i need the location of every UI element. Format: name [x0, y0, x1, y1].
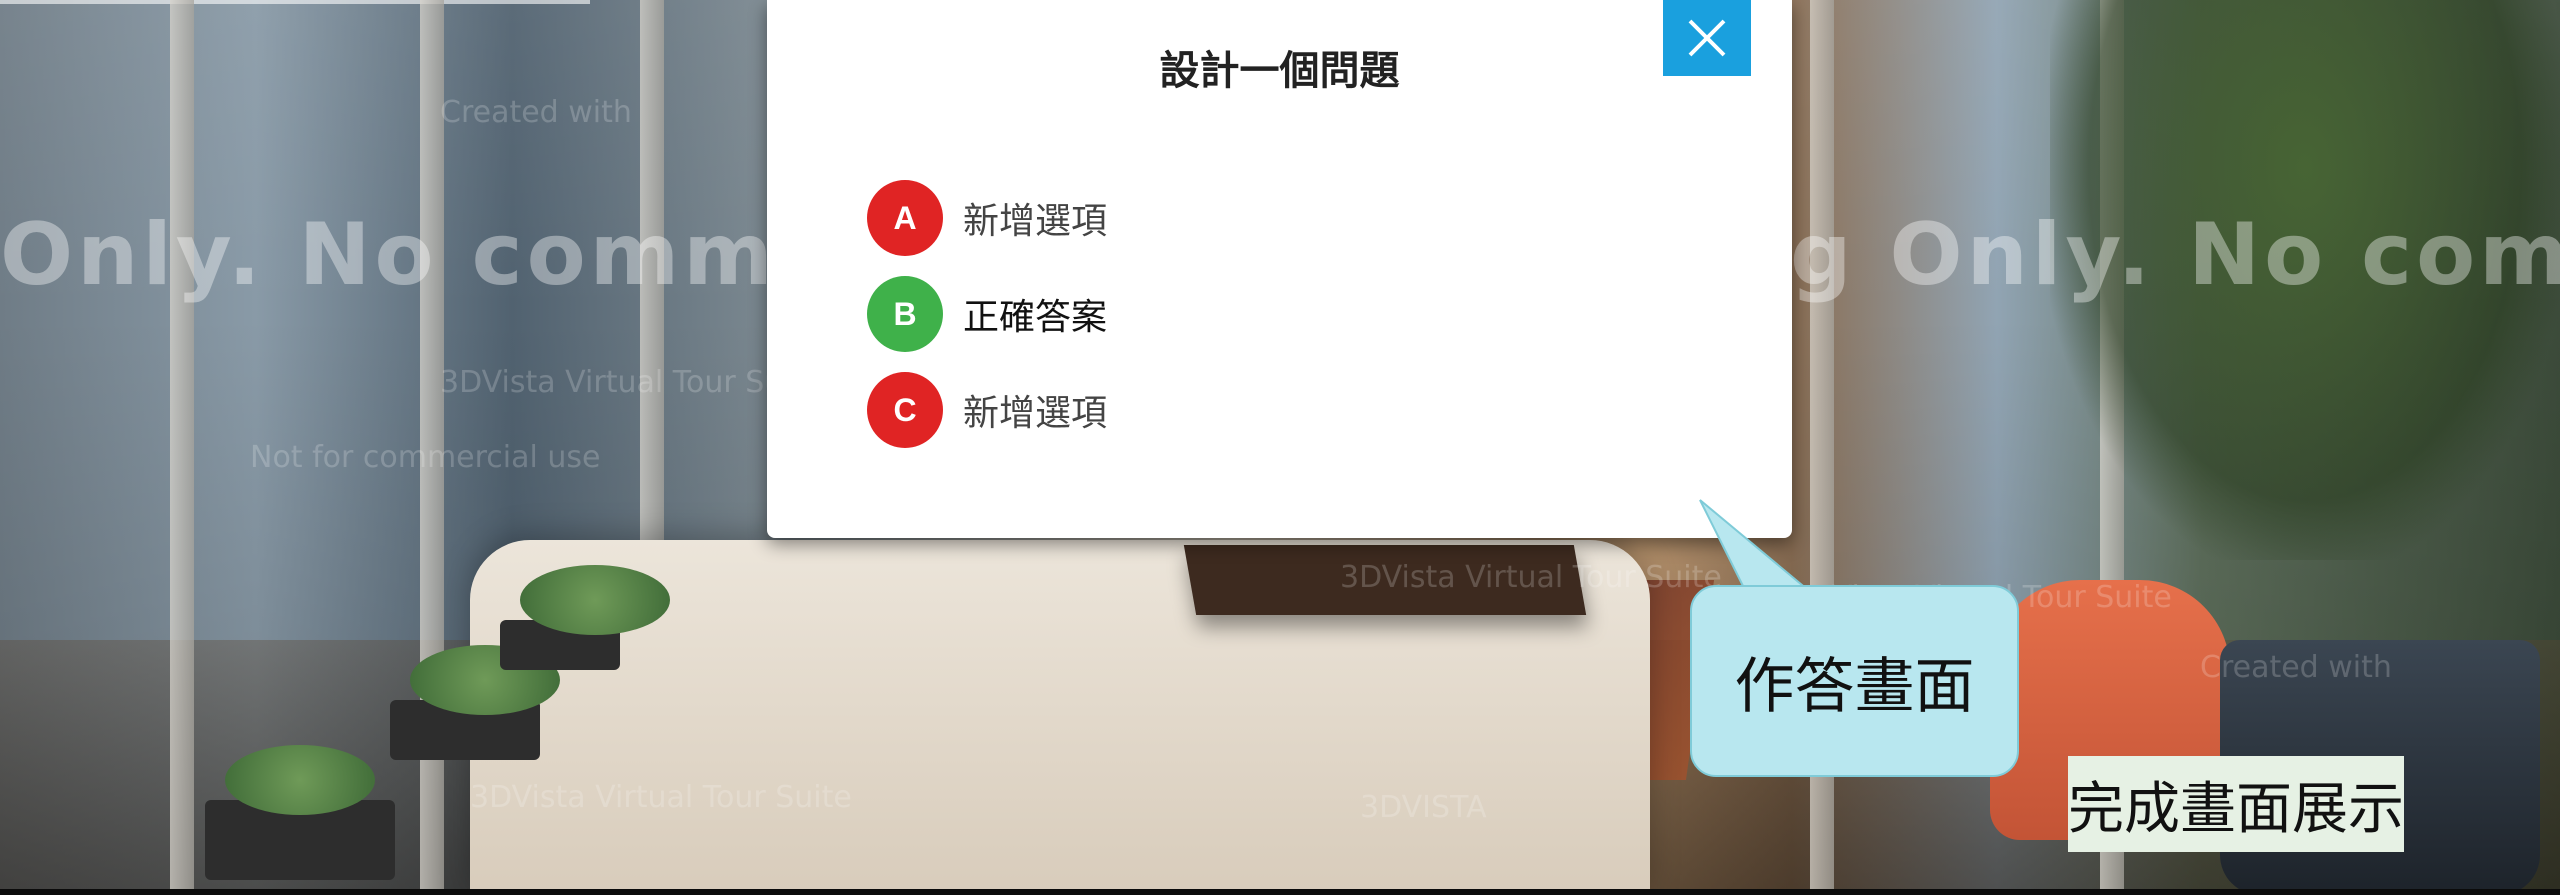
speech-bubble-tail [1699, 499, 1822, 600]
answer-options: A 新增選項 B 正確答案 C 新增選項 [867, 170, 1107, 458]
bubble-label: 作答畫面 [1734, 651, 1975, 722]
potted-plant [205, 745, 395, 880]
window-frame [170, 0, 194, 895]
speech-bubble: 作答畫面 [1690, 585, 2019, 777]
caption-label: 完成畫面展示 [2068, 776, 2404, 842]
option-b[interactable]: B 正確答案 [867, 266, 1107, 362]
watermark-text: Not for commercial use [250, 440, 601, 475]
option-label: 正確答案 [963, 297, 1108, 338]
option-c[interactable]: C 新增選項 [867, 362, 1107, 458]
option-label: 新增選項 [963, 201, 1108, 242]
quiz-dialog: 設計一個問題 A 新增選項 B 正確答案 C 新增選項 [767, 0, 1792, 538]
option-letter-badge: B [867, 276, 943, 352]
watermark-text: Created with [440, 95, 632, 130]
option-letter-badge: A [867, 180, 943, 256]
option-letter-badge: C [867, 372, 943, 448]
bottom-bar [0, 889, 2560, 895]
watermark-text: 3DVista Virtual Tour Suite [470, 780, 852, 815]
close-icon [1688, 19, 1726, 57]
watermark-text: g Only. No com [1790, 205, 2560, 305]
potted-plant [500, 565, 670, 670]
watermark-text: Only. No comm [0, 205, 777, 305]
close-button[interactable] [1663, 0, 1751, 76]
option-a[interactable]: A 新增選項 [867, 170, 1107, 266]
dialog-title: 設計一個問題 [1159, 48, 1400, 94]
watermark-text: 3DVista Virtual Tour Suite [1340, 560, 1722, 595]
watermark-text: 3DVista Virtual Tour Suite [440, 365, 822, 400]
watermark-text: Created with [2200, 650, 2392, 685]
option-label: 新增選項 [963, 393, 1108, 434]
watermark-text: 3DVISTA [1360, 790, 1487, 825]
potted-plant [390, 645, 560, 760]
top-strip [0, 0, 590, 4]
caption-box: 完成畫面展示 [2068, 756, 2404, 852]
